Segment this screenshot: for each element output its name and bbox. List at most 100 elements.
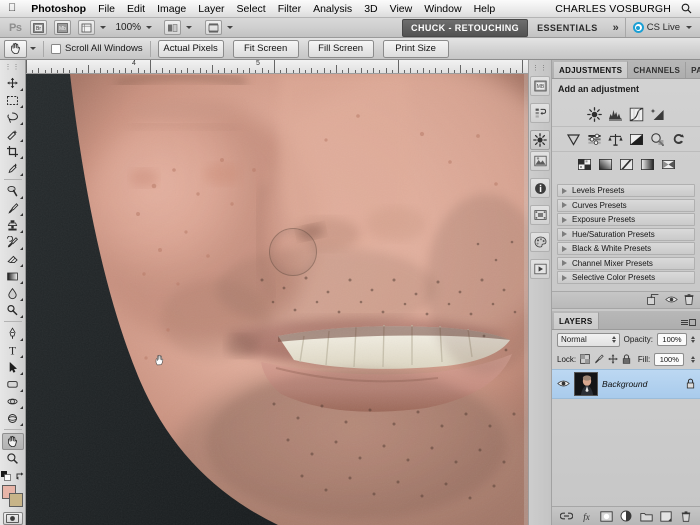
dock-grip[interactable]: ⋮⋮	[532, 64, 548, 72]
background-color-swatch[interactable]	[8, 492, 23, 507]
menu-window[interactable]: Window	[418, 0, 467, 18]
fill-screen-button[interactable]: Fill Screen	[307, 39, 374, 58]
print-size-button[interactable]: Print Size	[382, 39, 449, 58]
menu-analysis[interactable]: Analysis	[307, 0, 358, 18]
path-selection-flyout-triangle-icon[interactable]	[19, 371, 23, 375]
menu-filter[interactable]: Filter	[272, 0, 307, 18]
tool-preset-chevron-down-icon[interactable]	[30, 47, 36, 50]
fill-stepper-icon[interactable]	[690, 355, 695, 363]
menu-image[interactable]: Image	[151, 0, 192, 18]
hand-tool[interactable]	[1, 432, 24, 450]
layer-visibility-toggle[interactable]	[557, 379, 570, 388]
channel-mixer-icon[interactable]	[669, 130, 688, 148]
horizontal-ruler[interactable]: 45	[26, 60, 528, 74]
mini-bridge-button[interactable]: Mb	[52, 20, 73, 35]
fill-input[interactable]: 100%	[654, 352, 685, 366]
menu-select[interactable]: Select	[231, 0, 272, 18]
eraser-tool[interactable]	[2, 251, 24, 268]
adjustments-panel-icon[interactable]	[530, 130, 550, 150]
orbit-3d-flyout-triangle-icon[interactable]	[19, 422, 23, 426]
active-tool-indicator[interactable]	[4, 39, 27, 58]
blend-mode-select[interactable]: Normal	[557, 332, 620, 347]
crop-flyout-triangle-icon[interactable]	[19, 156, 23, 159]
view-extras-icon[interactable]	[78, 20, 96, 35]
healing-flyout-triangle-icon[interactable]	[19, 195, 23, 199]
lock-transparency-icon[interactable]	[580, 354, 590, 364]
brush-flyout-triangle-icon[interactable]	[19, 212, 23, 216]
cs-live-chevron-down-icon[interactable]	[686, 26, 692, 29]
tools-panel-grip[interactable]: ⋮⋮	[5, 63, 21, 71]
default-colors-icon[interactable]	[0, 470, 11, 481]
invert-icon[interactable]	[575, 155, 594, 173]
tab-layers[interactable]: LAYERS	[554, 311, 599, 329]
dodge-flyout-triangle-icon[interactable]	[19, 314, 23, 318]
color-panel-icon[interactable]	[530, 232, 550, 252]
apple-logo-icon[interactable]: 	[0, 3, 25, 14]
mini-bridge-icon[interactable]: Mb	[54, 20, 72, 35]
selective-color-icon[interactable]	[659, 155, 678, 173]
photo-filter-icon[interactable]	[648, 130, 667, 148]
exposure-icon[interactable]	[648, 105, 667, 123]
quick-selection-flyout-triangle-icon[interactable]	[19, 139, 23, 142]
color-swatches[interactable]	[1, 484, 25, 507]
brush-tool[interactable]	[2, 200, 24, 217]
arrange-documents-icon[interactable]	[164, 20, 182, 35]
history-brush-flyout-triangle-icon[interactable]	[19, 246, 23, 250]
menu-3d[interactable]: 3D	[358, 0, 383, 18]
screen-mode-icon[interactable]	[205, 20, 223, 35]
workspace-essentials[interactable]: ESSENTIALS	[528, 23, 607, 33]
color-balance-icon[interactable]	[606, 130, 625, 148]
brightness-contrast-icon[interactable]	[585, 105, 604, 123]
levels-icon[interactable]	[606, 105, 625, 123]
delete-layer-icon[interactable]	[680, 510, 693, 523]
bridge-icon[interactable]: Br	[30, 20, 48, 35]
orbit-3d-tool[interactable]	[2, 410, 24, 427]
actual-pixels-button[interactable]: Actual Pixels	[157, 39, 224, 58]
curves-icon[interactable]	[627, 105, 646, 123]
chevron-right-icon[interactable]	[562, 231, 567, 237]
healing-brush-tool[interactable]	[2, 183, 24, 200]
eyedropper-tool[interactable]	[2, 160, 24, 177]
gradient-flyout-triangle-icon[interactable]	[19, 280, 23, 284]
menu-layer[interactable]: Layer	[192, 0, 230, 18]
lasso-tool[interactable]	[2, 109, 24, 126]
black-white-icon[interactable]	[627, 130, 646, 148]
preset-selective-color[interactable]: Selective Color Presets	[557, 271, 695, 284]
eraser-flyout-triangle-icon[interactable]	[19, 263, 23, 267]
opacity-stepper-icon[interactable]	[691, 336, 695, 343]
gradient-tool[interactable]	[2, 268, 24, 285]
posterize-icon[interactable]	[596, 155, 615, 173]
rotate-3d-flyout-triangle-icon[interactable]	[19, 405, 23, 409]
chevron-right-icon[interactable]	[562, 202, 567, 208]
history-brush-tool[interactable]	[2, 234, 24, 251]
layers-panel-menu-icon[interactable]	[681, 318, 700, 329]
scroll-all-windows-checkbox[interactable]: Scroll All Windows	[51, 43, 143, 54]
workspace-chuck-retouching[interactable]: CHUCK - RETOUCHING	[402, 18, 529, 37]
actions-panel-icon[interactable]	[530, 259, 550, 279]
masks-panel-icon[interactable]	[530, 151, 550, 171]
dodge-tool[interactable]	[2, 302, 24, 319]
blur-flyout-triangle-icon[interactable]	[19, 297, 23, 301]
cs-live-button[interactable]: CS Live	[624, 18, 696, 37]
lasso-flyout-triangle-icon[interactable]	[19, 122, 23, 125]
chevron-right-icon[interactable]	[562, 260, 567, 266]
clip-to-layer-icon[interactable]	[647, 294, 659, 305]
workspace-more-button[interactable]: »	[607, 22, 625, 34]
chevron-right-icon[interactable]	[562, 245, 567, 252]
lock-position-icon[interactable]	[608, 354, 618, 364]
layer-mask-icon[interactable]	[599, 510, 613, 523]
path-selection-tool[interactable]	[2, 359, 24, 376]
delete-adjustment-icon[interactable]	[684, 294, 694, 305]
menu-help[interactable]: Help	[468, 0, 502, 18]
blur-tool[interactable]	[2, 285, 24, 302]
zoom-chevron-down-icon[interactable]	[146, 26, 153, 29]
chevron-right-icon[interactable]	[562, 216, 567, 223]
lock-image-icon[interactable]	[594, 354, 604, 364]
chevron-right-icon[interactable]	[562, 274, 567, 281]
menu-file[interactable]: File	[92, 0, 121, 18]
preset-hue-saturation[interactable]: Hue/Saturation Presets	[557, 227, 695, 241]
swap-colors-icon[interactable]	[15, 471, 25, 481]
menu-photoshop[interactable]: Photoshop	[25, 0, 92, 18]
screen-mode-button[interactable]	[203, 20, 234, 35]
preset-exposure[interactable]: Exposure Presets	[557, 213, 695, 226]
